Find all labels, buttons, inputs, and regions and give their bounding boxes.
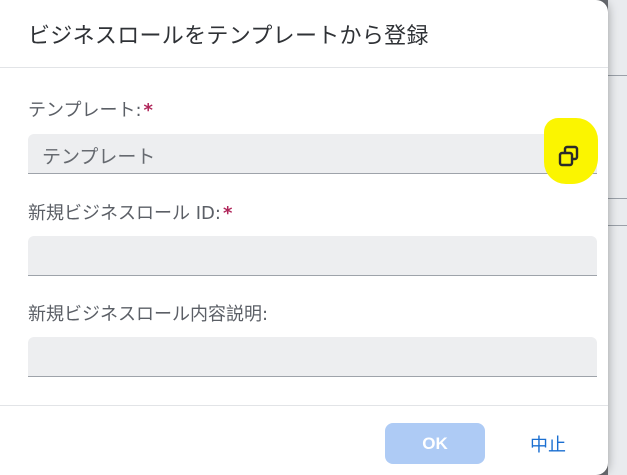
description-label-text: 新規ビジネスロール内容説明:: [28, 304, 269, 325]
role-id-label: 新規ビジネスロール ID: *: [28, 199, 232, 225]
template-field[interactable]: テンプレート: [28, 134, 597, 174]
background-divider: [608, 225, 627, 226]
register-business-role-dialog: ビジネスロールをテンプレートから登録 テンプレート: * テンプレート 新規ビジネ…: [0, 0, 608, 475]
dialog-body: テンプレート: * テンプレート 新規ビジネスロール ID: * 新規ビジネスロール…: [0, 68, 608, 406]
required-mark: *: [143, 100, 153, 121]
dialog-header: ビジネスロールをテンプレートから登録: [0, 0, 608, 68]
template-field-value: テンプレート: [42, 146, 156, 168]
cancel-button[interactable]: 中止: [520, 423, 576, 464]
background-divider: [608, 75, 627, 76]
template-label-text: テンプレート:: [28, 100, 142, 121]
role-id-label-text: 新規ビジネスロール ID:: [28, 203, 221, 224]
ok-button[interactable]: OK: [385, 423, 485, 464]
required-mark: *: [222, 203, 233, 224]
background-divider: [608, 198, 627, 199]
description-label: 新規ビジネスロール内容説明:: [28, 300, 268, 326]
dialog-title: ビジネスロールをテンプレートから登録: [28, 23, 429, 49]
dialog-footer: OK 中止: [0, 406, 608, 475]
open-in-new-window-icon: [558, 145, 579, 167]
role-id-input[interactable]: [28, 236, 597, 276]
template-label: テンプレート: *: [28, 96, 153, 122]
description-input[interactable]: [28, 337, 597, 377]
template-select-button[interactable]: [552, 139, 586, 173]
background-page: [608, 0, 627, 475]
